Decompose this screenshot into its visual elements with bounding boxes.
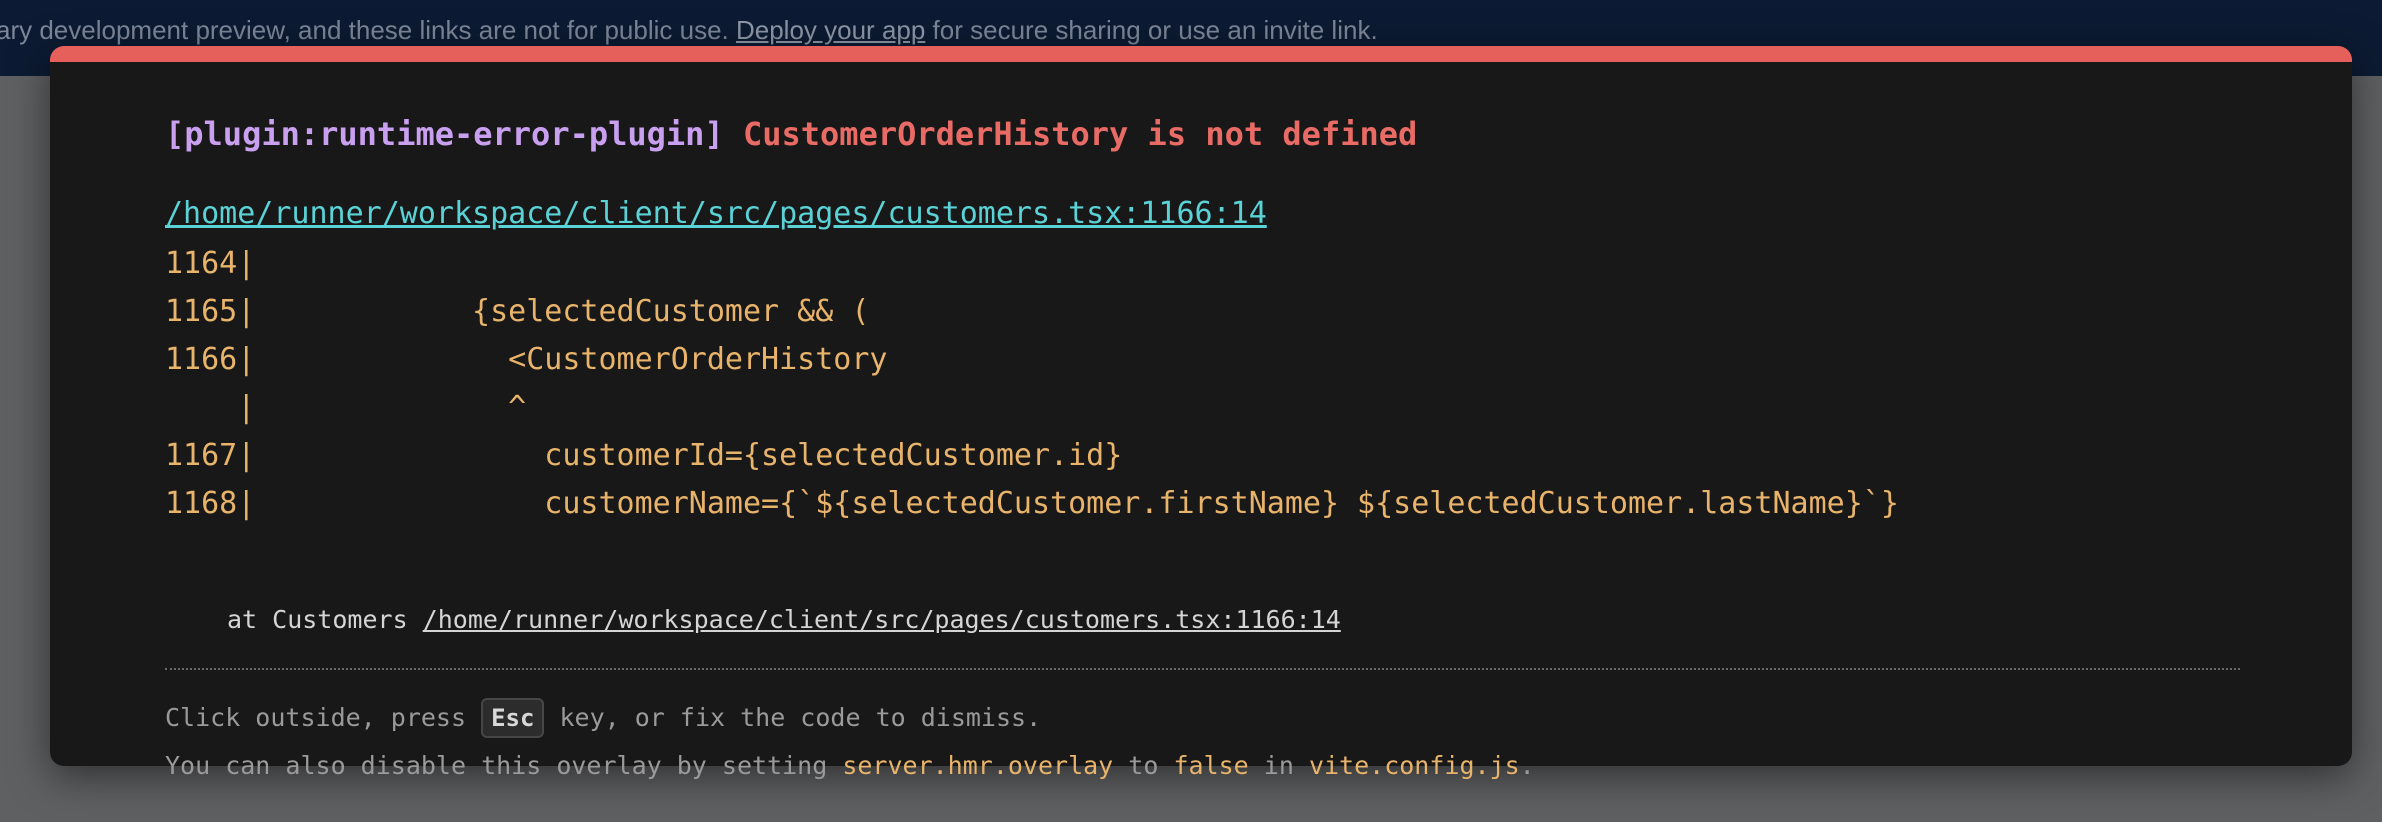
error-text: CustomerOrderHistory is not defined: [742, 115, 1418, 153]
banner-text-after: for secure sharing or use an invite link…: [925, 15, 1378, 45]
error-file-link[interactable]: /home/runner/workspace/client/src/pages/…: [165, 194, 1267, 234]
banner-text-before: ary development preview, and these links…: [0, 15, 736, 45]
config-file-code: vite.config.js: [1308, 751, 1520, 780]
stack-prefix: at Customers: [227, 605, 423, 634]
code-frame-line: | ^: [165, 390, 527, 425]
code-frame-line: 1167| customerId={selectedCustomer.id}: [165, 438, 1123, 473]
code-frame-line: 1166| <CustomerOrderHistory: [165, 342, 888, 377]
error-overlay: [plugin:runtime-error-plugin] CustomerOr…: [50, 46, 2352, 780]
config-key-code: server.hmr.overlay: [842, 751, 1114, 780]
tip-text: in: [1248, 751, 1309, 780]
deploy-app-link[interactable]: Deploy your app: [736, 15, 925, 45]
esc-key: Esc: [481, 698, 545, 738]
tip-text: You can also disable this overlay by set…: [165, 751, 843, 780]
error-message: [plugin:runtime-error-plugin] CustomerOr…: [165, 114, 1417, 154]
false-code: false: [1173, 751, 1249, 780]
stack-trace: at Customers /home/runner/workspace/clie…: [227, 600, 1341, 640]
code-frame: 1164| 1165| {selectedCustomer && ( 1166| <…: [165, 240, 1899, 528]
tip-text: Click outside, press: [165, 703, 482, 732]
dismiss-tip: Click outside, press Esc key, or fix the…: [165, 698, 1041, 738]
tip-text: key, or fix the code to dismiss.: [544, 703, 1042, 732]
code-frame-line: 1164|: [165, 246, 256, 281]
tip-text: to: [1113, 751, 1174, 780]
overlay-config-tip: You can also disable this overlay by set…: [165, 746, 1535, 786]
tip-text: .: [1519, 751, 1535, 780]
code-frame-line: 1168| customerName={`${selectedCustomer.…: [165, 486, 1899, 521]
error-plugin: [plugin:runtime-error-plugin]: [165, 115, 724, 153]
divider: [165, 668, 2240, 670]
code-frame-line: 1165| {selectedCustomer && (: [165, 294, 870, 329]
stack-file-link[interactable]: /home/runner/workspace/client/src/pages/…: [423, 605, 1341, 634]
